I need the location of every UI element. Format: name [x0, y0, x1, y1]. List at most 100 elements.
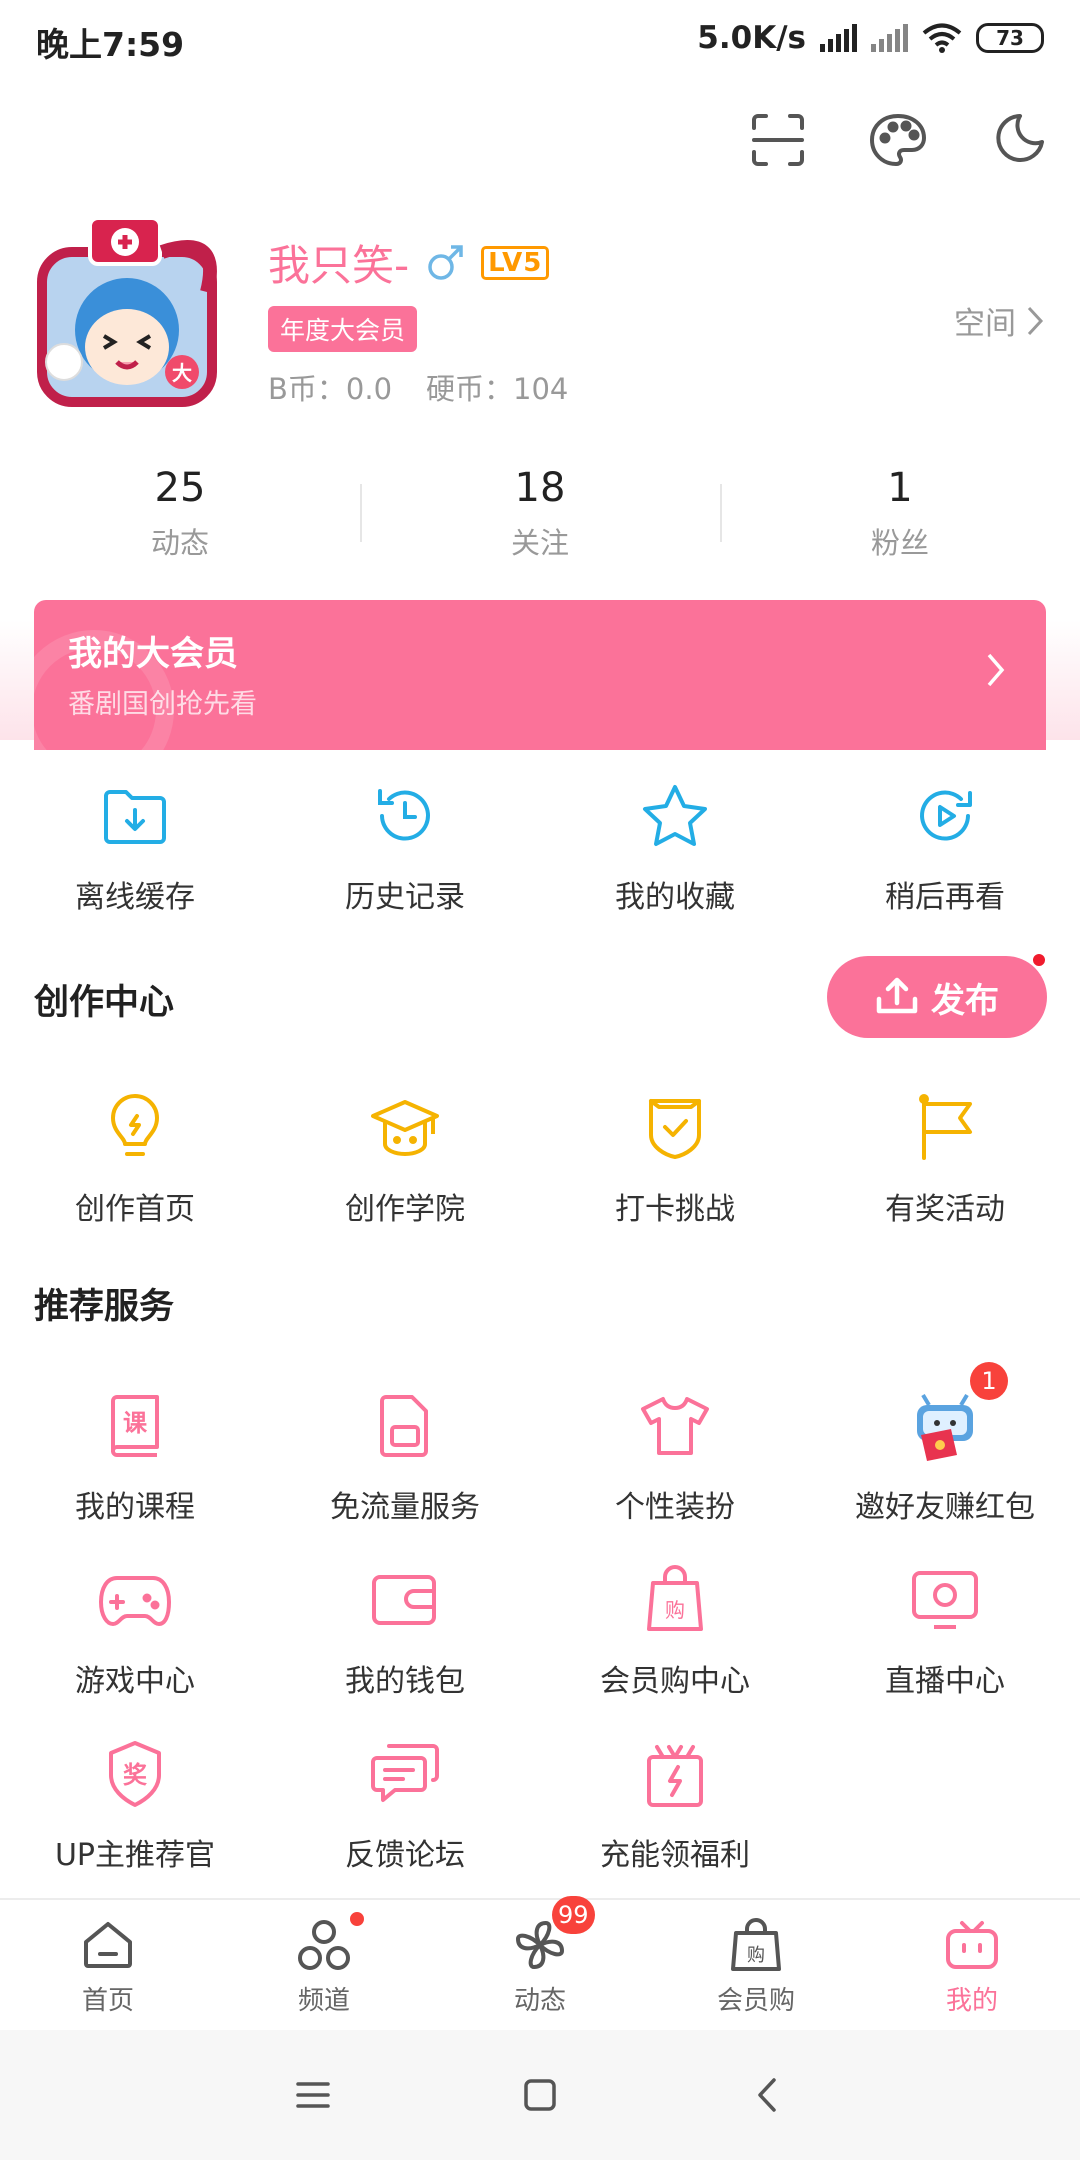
avatar[interactable]: 大 [22, 212, 232, 422]
quick-item-label: 我的收藏 [615, 880, 735, 915]
menu-icon[interactable] [273, 2055, 353, 2135]
signal-icon [820, 24, 857, 52]
service-item-label: UP主推荐官 [54, 1838, 216, 1873]
services-row-1: 课 我的课程 免流量服务 个性装扮 1 邀好友赚红包 [0, 1362, 1080, 1526]
shopping-bag-icon: 购 [635, 1560, 715, 1640]
nav-mall[interactable]: 购 会员购 [648, 1900, 864, 2030]
quick-item-watch-later[interactable]: 稍后再看 [810, 776, 1080, 916]
svg-text:大: 大 [172, 361, 192, 385]
creation-item-label: 创作学院 [345, 1192, 465, 1227]
flag-icon [905, 1088, 985, 1168]
service-item-label: 充能领福利 [600, 1838, 750, 1873]
stat-followers[interactable]: 1 粉丝 [720, 460, 1080, 570]
nav-mine[interactable]: 我的 [864, 1900, 1080, 2030]
service-item-wallet[interactable]: 我的钱包 [270, 1560, 540, 1700]
vip-banner-subtitle: 番剧国创抢先看 [68, 689, 257, 720]
username-row: 我只笑- LV5 [268, 232, 550, 293]
quick-item-favorites[interactable]: 我的收藏 [540, 776, 810, 916]
service-item-up-recommend[interactable]: 奖 UP主推荐官 [0, 1734, 270, 1874]
stat-value: 1 [887, 465, 913, 511]
graduation-cap-icon [365, 1088, 445, 1168]
vip-tag[interactable]: 年度大会员 [268, 306, 418, 352]
service-item-label: 个性装扮 [615, 1490, 735, 1525]
watch-later-icon [905, 776, 985, 856]
channel-icon [293, 1914, 355, 1976]
dynamics-badge: 99 [552, 1896, 595, 1934]
creation-center-title: 创作中心 [34, 983, 175, 1023]
notification-dot [348, 1910, 366, 1928]
tshirt-icon [635, 1386, 715, 1466]
wallet-icon [365, 1560, 445, 1640]
scan-icon[interactable] [738, 100, 818, 180]
service-item-mall[interactable]: 购 会员购中心 [540, 1560, 810, 1700]
service-item-invite[interactable]: 1 邀好友赚红包 [810, 1362, 1080, 1526]
stat-label: 粉丝 [870, 526, 929, 560]
status-time: 晚上7:59 [36, 25, 185, 64]
services-row-2: 游戏中心 我的钱包 购 会员购中心 直播中心 [0, 1560, 1080, 1700]
service-item-free-data[interactable]: 免流量服务 [270, 1386, 540, 1526]
stats-bar: 25 动态 18 关注 1 粉丝 [0, 460, 1080, 570]
quick-item-offline-cache[interactable]: 离线缓存 [0, 776, 270, 916]
username[interactable]: 我只笑- [268, 232, 409, 293]
quick-access-row: 离线缓存 历史记录 我的收藏 稍后再看 [0, 776, 1080, 916]
chat-bubbles-icon [365, 1734, 445, 1814]
stat-value: 18 [514, 465, 566, 511]
stat-following[interactable]: 18 关注 [360, 460, 720, 570]
service-item-label: 游戏中心 [75, 1664, 195, 1699]
stat-dynamics[interactable]: 25 动态 [0, 460, 360, 570]
nav-home[interactable]: 首页 [0, 1900, 216, 2030]
stat-label: 动态 [150, 526, 209, 560]
nav-label: 我的 [945, 1986, 998, 2016]
night-mode-icon[interactable] [978, 100, 1058, 180]
level-badge: LV5 [481, 245, 550, 280]
creation-item-home[interactable]: 创作首页 [0, 1088, 270, 1228]
creation-item-checkin[interactable]: 打卡挑战 [540, 1088, 810, 1228]
gift-box-icon [635, 1734, 715, 1814]
service-item-course[interactable]: 课 我的课程 [0, 1386, 270, 1526]
nav-label: 首页 [81, 1986, 134, 2016]
creation-item-activity[interactable]: 有奖活动 [810, 1088, 1080, 1228]
system-navigation-bar [0, 2030, 1080, 2160]
home-icon [77, 1914, 139, 1976]
upload-icon [876, 977, 918, 1014]
home-button-icon[interactable] [500, 2055, 580, 2135]
nav-label: 频道 [297, 1986, 350, 2016]
service-item-game[interactable]: 游戏中心 [0, 1560, 270, 1700]
service-item-label: 会员购中心 [600, 1664, 750, 1699]
svg-text:课: 课 [123, 1409, 148, 1437]
back-icon[interactable] [727, 2055, 807, 2135]
vip-banner-title: 我的大会员 [68, 634, 238, 674]
invite-badge: 1 [970, 1362, 1008, 1400]
services-row-3: 奖 UP主推荐官 反馈论坛 充能领福利 [0, 1734, 1080, 1874]
chevron-right-icon [987, 653, 1005, 687]
b-coin-balance: B币：0.0 [268, 372, 393, 406]
nav-label: 动态 [513, 1986, 566, 2016]
status-indicators: 5.0K/s 73 [697, 16, 1044, 60]
shopping-bag-icon: 购 [725, 1914, 787, 1976]
vip-banner[interactable]: 我的大会员 番剧国创抢先看 [34, 600, 1046, 750]
history-icon [365, 776, 445, 856]
publish-button[interactable]: 发布 [827, 952, 1047, 1038]
signal-icon [871, 24, 908, 52]
quick-item-history[interactable]: 历史记录 [270, 776, 540, 916]
gamepad-icon [95, 1560, 175, 1640]
space-link-label: 空间 [954, 306, 1016, 342]
nav-channel[interactable]: 频道 [216, 1900, 432, 2030]
creation-item-academy[interactable]: 创作学院 [270, 1088, 540, 1228]
service-item-decoration[interactable]: 个性装扮 [540, 1386, 810, 1526]
palette-icon[interactable] [858, 100, 938, 180]
nav-dynamics[interactable]: 99 动态 [432, 1896, 648, 2030]
service-item-label: 邀好友赚红包 [855, 1490, 1035, 1525]
service-item-feedback[interactable]: 反馈论坛 [270, 1734, 540, 1874]
invite-redpacket-icon [905, 1386, 985, 1466]
services-title: 推荐服务 [34, 1287, 175, 1327]
service-item-charge-welfare[interactable]: 充能领福利 [540, 1734, 810, 1874]
nav-label: 会员购 [716, 1986, 795, 2016]
service-item-live[interactable]: 直播中心 [810, 1560, 1080, 1700]
creation-row: 创作首页 创作学院 打卡挑战 有奖活动 [0, 1088, 1080, 1228]
space-link[interactable]: 空间 [954, 298, 1044, 343]
service-item-label: 我的课程 [75, 1490, 195, 1525]
bottom-navigation: 首页 频道 99 动态 购 会员购 我的 [0, 1896, 1080, 2030]
publish-label: 发布 [931, 980, 999, 1021]
notification-dot [1031, 952, 1047, 968]
